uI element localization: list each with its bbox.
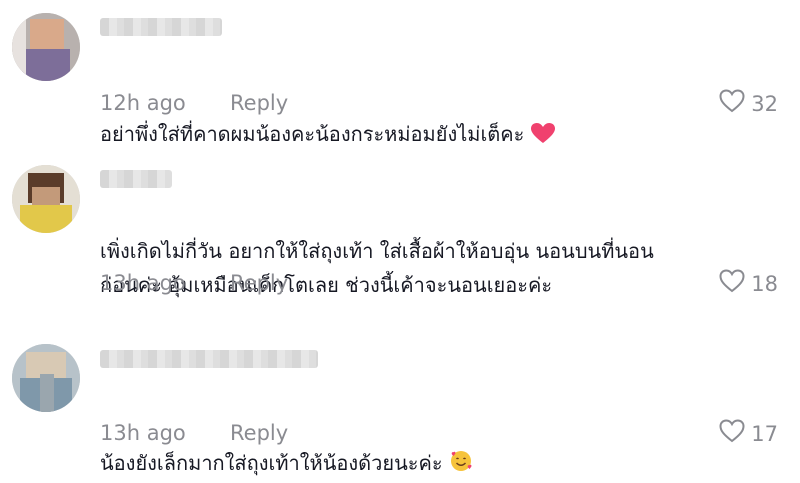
like-count: 17 — [751, 421, 778, 446]
like-button[interactable]: 17 — [719, 419, 778, 448]
comment-text: อย่าพึ่งใส่ที่คาดผมน้องคะน้องกระหม่อมยัง… — [100, 52, 780, 154]
avatar[interactable] — [12, 165, 80, 233]
heart-outline-icon — [719, 89, 745, 118]
comment-text-content: อย่าพึ่งใส่ที่คาดผมน้องคะน้องกระหม่อมยัง… — [100, 122, 525, 146]
username[interactable] — [100, 170, 172, 188]
like-button[interactable]: 18 — [719, 269, 778, 298]
comment-meta: 13h ago Reply — [100, 421, 288, 445]
username[interactable] — [100, 350, 318, 368]
avatar[interactable] — [12, 13, 80, 81]
comment-text: น้องยังเล็กมากใส่ถุงเท้าให้น้องด้วยนะค่ะ — [100, 381, 780, 483]
comment-meta: 13h ago Reply — [100, 271, 288, 295]
heart-outline-icon — [719, 269, 745, 298]
reply-button[interactable]: Reply — [230, 271, 288, 295]
like-count: 32 — [751, 91, 778, 116]
like-count: 18 — [751, 271, 778, 296]
username[interactable] — [100, 18, 222, 36]
heart-outline-icon — [719, 419, 745, 448]
timestamp: 13h ago — [100, 421, 186, 445]
reply-button[interactable]: Reply — [230, 421, 288, 445]
avatar[interactable] — [12, 344, 80, 412]
comment-text: เพิ่งเกิดไม่กี่วัน อยากให้ใส่ถุงเท้า ใส่… — [100, 200, 780, 302]
timestamp: 12h ago — [100, 91, 186, 115]
comment-text-content: น้องยังเล็กมากใส่ถุงเท้าให้น้องด้วยนะค่ะ — [100, 451, 443, 475]
smiling-face-with-hearts-emoji — [449, 415, 473, 483]
timestamp: 13h ago — [100, 271, 186, 295]
like-button[interactable]: 32 — [719, 89, 778, 118]
comment-meta: 12h ago Reply — [100, 91, 288, 115]
heart-emoji — [530, 86, 556, 154]
reply-button[interactable]: Reply — [230, 91, 288, 115]
